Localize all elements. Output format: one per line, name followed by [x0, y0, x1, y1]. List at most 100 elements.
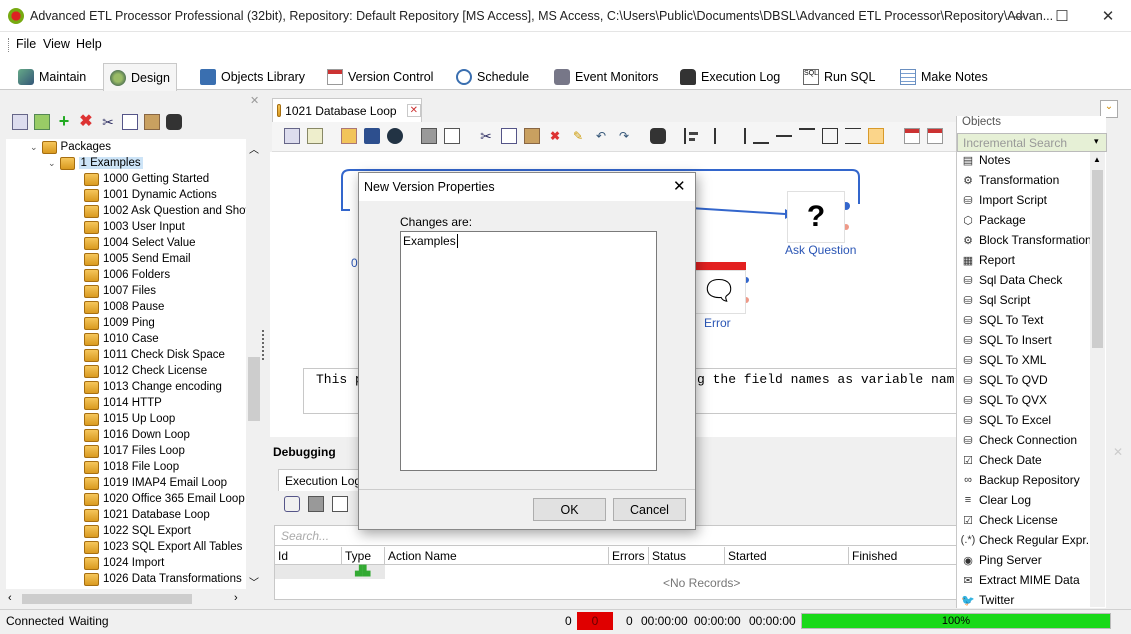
undo-icon[interactable]: ↶ [593, 128, 609, 144]
scroll-right-icon[interactable]: › [234, 592, 238, 604]
tab-maintain[interactable]: Maintain [12, 64, 92, 90]
changes-memo[interactable]: Examples [400, 231, 657, 471]
error-label[interactable]: Error [704, 316, 731, 330]
tree-item[interactable]: 1012 Check License [84, 363, 207, 379]
palette-item[interactable]: ◉ Ping Server [960, 550, 1042, 570]
palette-item[interactable]: ▦ Report [960, 250, 1015, 270]
print-preview-icon[interactable] [332, 496, 348, 512]
error-message-icon[interactable]: 🗨 [692, 270, 746, 314]
calendar-icon[interactable] [904, 128, 920, 144]
palette-item[interactable]: ☑ Check License [960, 510, 1058, 530]
palette-item[interactable]: ⛁ SQL To QVX [960, 390, 1047, 410]
minimize-button[interactable]: — [993, 0, 1039, 32]
find-icon[interactable] [166, 114, 182, 130]
palette-item[interactable]: ⛁ SQL To QVD [960, 370, 1047, 390]
scroll-thumb[interactable] [248, 357, 260, 421]
find-icon[interactable] [650, 128, 666, 144]
palette-item[interactable]: ⛁ SQL To Excel [960, 410, 1051, 430]
print-icon[interactable] [421, 128, 437, 144]
print-preview-icon[interactable] [444, 128, 460, 144]
scroll-left-icon[interactable]: ‹ [8, 592, 12, 604]
tree-item[interactable]: 1014 HTTP [84, 395, 162, 411]
redo-icon[interactable]: ↷ [616, 128, 632, 144]
palette-item[interactable]: ⛁ Sql Data Check [960, 270, 1062, 290]
tree-item[interactable]: 1007 Files [84, 283, 156, 299]
scroll-up-icon[interactable]: ▲ [1093, 155, 1101, 164]
paste-icon[interactable] [524, 128, 540, 144]
palette-scroll-thumb[interactable] [1092, 170, 1103, 348]
tree-item[interactable]: 1022 SQL Export [84, 523, 191, 539]
tab-version-control[interactable]: Version Control [321, 64, 439, 90]
scroll-up-icon[interactable]: ︿ [249, 141, 259, 156]
tree-folder[interactable]: ⌄ 1 Examples [48, 155, 143, 171]
tree-item[interactable]: 1009 Ping [84, 315, 155, 331]
same-height-icon[interactable] [845, 128, 861, 144]
palette-item[interactable]: ⛁ Import Script [960, 190, 1047, 210]
ask-question-label[interactable]: Ask Question [785, 243, 856, 257]
tree-item[interactable]: 1026 Data Transformations [84, 571, 242, 587]
palette-item[interactable]: ☑ Check Date [960, 450, 1042, 470]
cut-icon[interactable]: ✂ [478, 128, 494, 144]
tree-item[interactable]: 1001 Dynamic Actions [84, 187, 217, 203]
palette-item[interactable]: ∞ Backup Repository [960, 470, 1080, 490]
tree-item[interactable]: 1013 Change encoding [84, 379, 222, 395]
tab-run-sql[interactable]: SQL Run SQL [797, 64, 881, 90]
same-size-icon[interactable] [822, 128, 838, 144]
palette-item[interactable]: ⬡ Package [960, 210, 1026, 230]
tree-item[interactable]: 1023 SQL Export All Tables [84, 539, 242, 555]
maximize-button[interactable]: ☐ [1039, 0, 1085, 32]
palette-item[interactable]: ⚙ Block Transformation [960, 230, 1090, 250]
tree-item[interactable]: 1017 Files Loop [84, 443, 185, 459]
panel-close-icon[interactable]: ✕ [250, 94, 259, 107]
properties-icon[interactable] [12, 114, 28, 130]
edit-icon[interactable] [307, 128, 323, 144]
col-id[interactable]: Id [275, 547, 342, 565]
align-bottom-icon[interactable] [753, 128, 769, 144]
align-center-icon[interactable] [707, 128, 723, 144]
tab-close-icon[interactable]: ✕ [406, 104, 421, 117]
hscroll-thumb[interactable] [22, 594, 192, 604]
ok-button[interactable]: OK [533, 498, 606, 521]
tree-horizontal-scrollbar[interactable]: ‹ › [6, 591, 246, 607]
col-errors[interactable]: Errors [609, 547, 649, 565]
tree-item[interactable]: 1000 Getting Started [84, 171, 209, 187]
cut-icon[interactable]: ✂ [100, 114, 116, 130]
palette-scrollbar[interactable]: ▲ [1090, 152, 1105, 607]
tab-1021-database-loop[interactable]: 1021 Database Loop ✕ [272, 98, 422, 122]
align-middle-icon[interactable] [776, 128, 792, 144]
tree-item[interactable]: 1016 Down Loop [84, 427, 190, 443]
col-status[interactable]: Status [649, 547, 725, 565]
debug-close-icon[interactable]: ✕ [1113, 445, 1123, 459]
align-left-icon[interactable] [684, 128, 700, 144]
align-top-icon[interactable] [799, 128, 815, 144]
tab-event-monitors[interactable]: Event Monitors [548, 64, 664, 90]
tree-item[interactable]: 1011 Check Disk Space [84, 347, 225, 363]
tree-item[interactable]: 1020 Office 365 Email Loop [84, 491, 245, 507]
tab-objects-library[interactable]: Objects Library [194, 64, 311, 90]
col-action-name[interactable]: Action Name [385, 547, 609, 565]
tab-execution-log-debug[interactable]: Execution Log [278, 469, 368, 491]
close-button[interactable]: ✕ [1085, 0, 1131, 32]
add-icon[interactable]: + [56, 112, 72, 130]
expand-icon[interactable]: ⌄ [48, 158, 56, 169]
ask-question-icon[interactable]: ? [787, 191, 845, 243]
tree-item[interactable]: 1018 File Loop [84, 459, 179, 475]
delete-icon[interactable]: ✖ [547, 128, 563, 144]
align-right-icon[interactable] [730, 128, 746, 144]
palette-item[interactable]: ⛁ Check Connection [960, 430, 1077, 450]
palette-item[interactable]: ⛁ SQL To Insert [960, 330, 1051, 350]
menu-file[interactable]: File [16, 37, 36, 51]
tree-root[interactable]: ⌄ Packages [30, 139, 111, 155]
open-folder-icon[interactable] [341, 128, 357, 144]
palette-item[interactable]: ⚙ Transformation [960, 170, 1059, 190]
tree-item[interactable]: 1015 Up Loop [84, 411, 175, 427]
palette-item[interactable]: ⛁ SQL To Text [960, 310, 1043, 330]
cancel-button[interactable]: Cancel [613, 498, 686, 521]
palette-item[interactable]: ⛁ Sql Script [960, 290, 1030, 310]
palette-item[interactable]: ✉ Extract MIME Data [960, 570, 1079, 590]
menu-view[interactable]: View [43, 37, 70, 51]
dialog-close-icon[interactable]: ✕ [673, 177, 686, 195]
refresh-icon[interactable] [34, 114, 50, 130]
tree-item[interactable]: 1006 Folders [84, 267, 170, 283]
clear-icon[interactable]: ✎ [570, 128, 586, 144]
